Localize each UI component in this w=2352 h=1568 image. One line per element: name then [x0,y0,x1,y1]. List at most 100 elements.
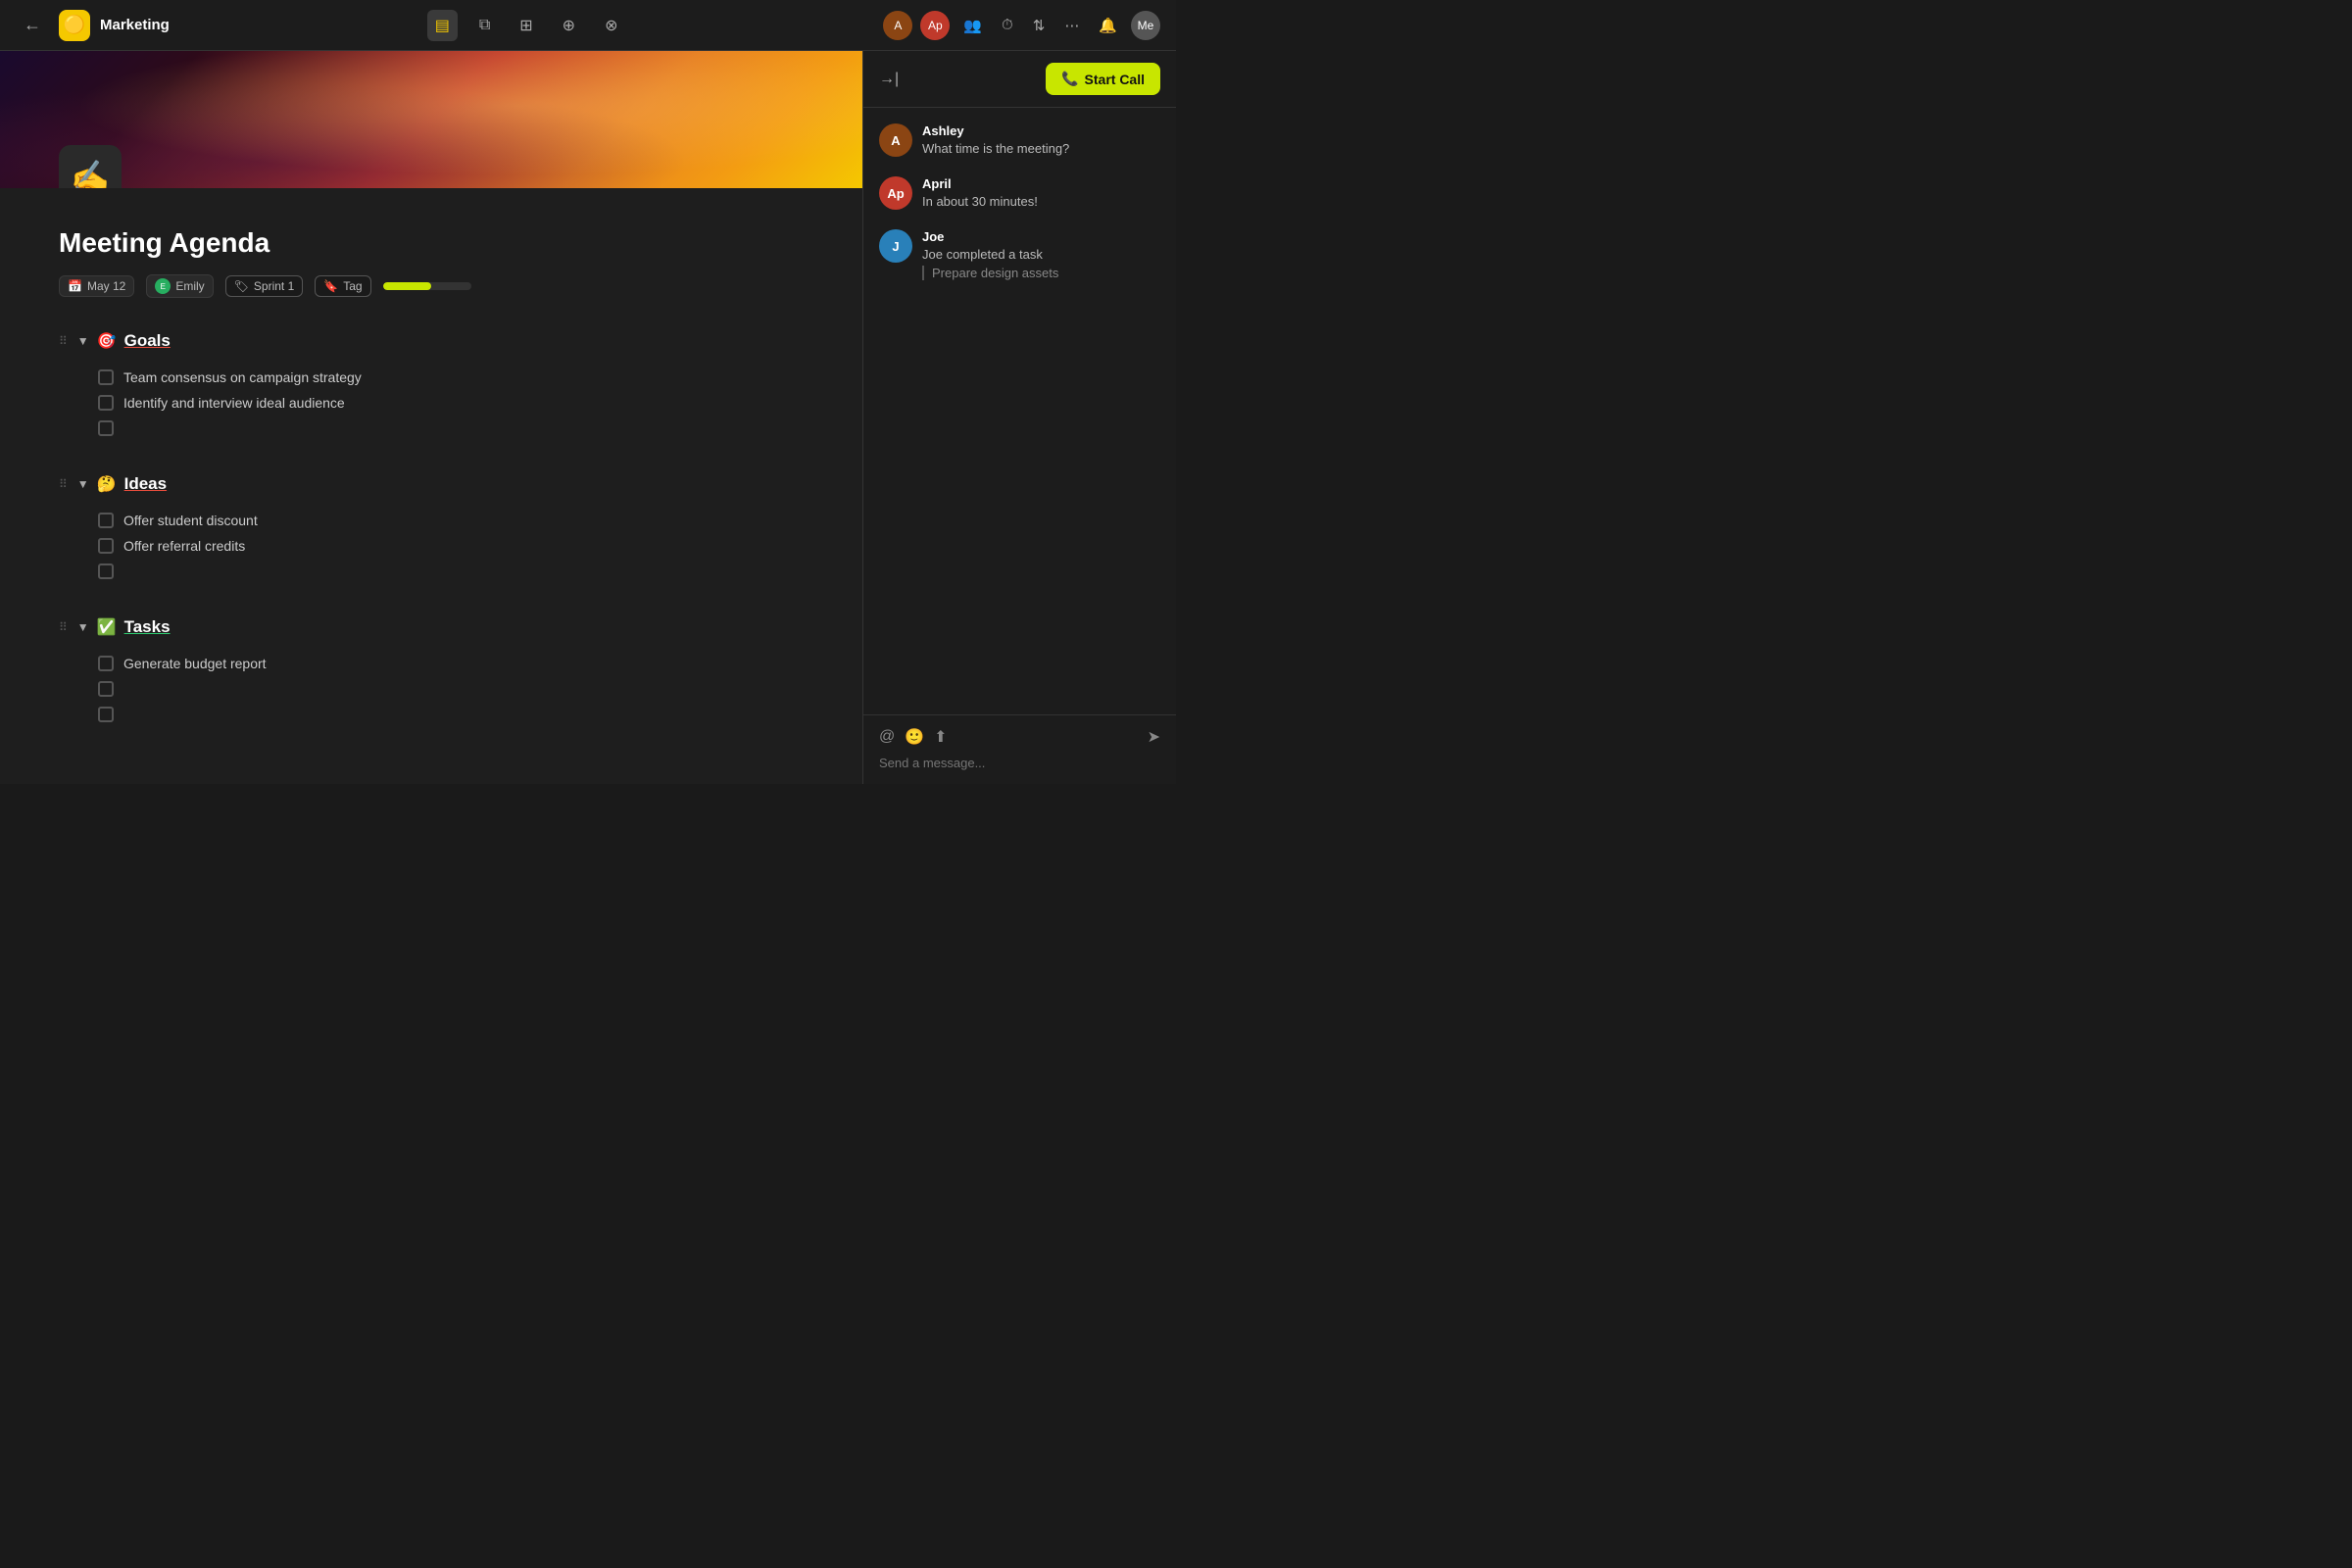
user-avatar-1: A [883,11,912,40]
start-call-label: Start Call [1085,72,1145,87]
nav-left: ← 🟡 Marketing [16,10,170,41]
task-item [59,416,804,441]
task-text-7: Generate budget report [123,656,267,671]
panel-collapse-button[interactable]: →| [879,71,899,88]
chat-avatar-joe: J [879,229,912,263]
goals-title: Goals [124,331,171,351]
sort-button[interactable]: ⇅ [1027,13,1052,38]
chat-input-icons: @ 🙂 ⬆ ➤ [879,727,1160,747]
start-call-button[interactable]: 📞 Start Call [1046,63,1160,95]
chat-message-april: Ap April In about 30 minutes! [879,176,1160,210]
ideas-header: ⠿ ▼ 🤔 Ideas [59,470,804,498]
toolbar-graph-view[interactable]: ⊗ [597,10,625,41]
tasks-title: Tasks [124,617,171,637]
assignee-avatar: E [155,278,171,294]
send-button[interactable]: ➤ [1148,727,1160,747]
timer-button[interactable]: ⏱ [996,13,1019,37]
page-title: Meeting Agenda [59,227,804,259]
tasks-emoji: ✅ [97,617,117,637]
sprint-label: Sprint 1 [254,279,294,293]
toolbar-table-view[interactable]: ⊞ [512,10,540,41]
attach-button[interactable]: ⬆ [934,727,947,747]
task-item: Generate budget report [59,651,804,676]
chat-name-joe: Joe [922,229,1058,244]
goals-emoji: 🎯 [97,331,117,351]
chat-message-ashley: A Ashley What time is the meeting? [879,123,1160,157]
collapse-goals-button[interactable]: ▼ [77,334,89,348]
chat-avatar-april: Ap [879,176,912,210]
tasks-header: ⠿ ▼ ✅ Tasks [59,613,804,641]
assignee-name: Emily [175,279,204,293]
progress-bar [383,282,471,290]
tasks-section: ⠿ ▼ ✅ Tasks Generate budget report [59,613,804,727]
chat-avatar-ashley: A [879,123,912,157]
chat-input-area: @ 🙂 ⬆ ➤ [863,714,1176,784]
chat-task-joe: Joe completed a task [922,247,1058,262]
workspace-title: Marketing [100,17,170,33]
goals-section: ⠿ ▼ 🎯 Goals Team consensus on campaign s… [59,327,804,441]
toolbar-card-view[interactable]: ⧉ [471,11,498,40]
sprint-icon: 🏷 [234,279,249,293]
goals-header: ⠿ ▼ 🎯 Goals [59,327,804,355]
task-checkbox-6[interactable] [98,564,114,579]
user-avatar-2: Ap [920,11,950,40]
task-checkbox-2[interactable] [98,395,114,411]
drag-handle-ideas[interactable]: ⠿ [59,477,68,491]
chat-text-ashley: What time is the meeting? [922,141,1069,156]
hero-banner: ✍️ [0,51,862,188]
task-item: Offer referral credits [59,533,804,559]
calendar-icon: 📅 [68,279,82,293]
drag-handle-tasks[interactable]: ⠿ [59,620,68,634]
date-value: May 12 [87,279,125,293]
task-checkbox-5[interactable] [98,538,114,554]
task-item: Offer student discount [59,508,804,533]
task-checkbox-9[interactable] [98,707,114,722]
mention-button[interactable]: @ [879,728,895,746]
nav-right: A Ap 👥 ⏱ ⇅ ⋯ 🔔 Me [883,11,1160,40]
chat-messages: A Ashley What time is the meeting? Ap Ap… [863,108,1176,714]
phone-icon: 📞 [1061,71,1078,87]
task-item [59,676,804,702]
more-button[interactable]: ⋯ [1058,13,1085,38]
nav-center: ▤ ⧉ ⊞ ⊕ ⊗ [170,10,883,41]
collapse-ideas-button[interactable]: ▼ [77,477,89,491]
page-icon: ✍️ [59,145,122,188]
date-badge[interactable]: 📅 May 12 [59,275,134,297]
task-checkbox-1[interactable] [98,369,114,385]
task-checkbox-4[interactable] [98,513,114,528]
task-item [59,702,804,727]
back-button[interactable]: ← [16,11,49,39]
tag-badge[interactable]: 🔖 Tag [315,275,370,297]
chat-text-april: In about 30 minutes! [922,194,1038,209]
collapse-tasks-button[interactable]: ▼ [77,620,89,634]
tag-icon: 🔖 [323,279,338,293]
add-member-button[interactable]: 👥 [957,13,988,38]
task-text-5: Offer referral credits [123,538,245,554]
task-checkbox-8[interactable] [98,681,114,697]
task-text-1: Team consensus on campaign strategy [123,369,362,385]
chat-task-title-joe: Prepare design assets [922,266,1058,280]
right-panel: →| 📞 Start Call A Ashley What time is th… [862,51,1176,784]
toolbar-share-view[interactable]: ⊕ [555,10,583,41]
panel-header: →| 📞 Start Call [863,51,1176,108]
ideas-title: Ideas [124,474,167,494]
task-checkbox-3[interactable] [98,420,114,436]
drag-handle-goals[interactable]: ⠿ [59,334,68,348]
chat-input[interactable] [879,756,1160,770]
task-text-4: Offer student discount [123,513,258,528]
task-checkbox-7[interactable] [98,656,114,671]
ideas-section: ⠿ ▼ 🤔 Ideas Offer student discount Offer… [59,470,804,584]
notifications-button[interactable]: 🔔 [1093,13,1123,38]
chat-content-ashley: Ashley What time is the meeting? [922,123,1069,157]
sprint-badge[interactable]: 🏷 Sprint 1 [225,275,304,297]
chat-name-ashley: Ashley [922,123,1069,138]
toolbar-list-view[interactable]: ▤ [427,10,458,41]
chat-content-joe: Joe Joe completed a task Prepare design … [922,229,1058,280]
main-layout: ✍️ Meeting Agenda 📅 May 12 E Emily 🏷 Spr… [0,51,1176,784]
assignee-badge[interactable]: E Emily [146,274,213,298]
task-item: Identify and interview ideal audience [59,390,804,416]
chat-name-april: April [922,176,1038,191]
emoji-button[interactable]: 🙂 [905,727,924,747]
tag-label: Tag [343,279,362,293]
chat-message-joe: J Joe Joe completed a task Prepare desig… [879,229,1160,280]
